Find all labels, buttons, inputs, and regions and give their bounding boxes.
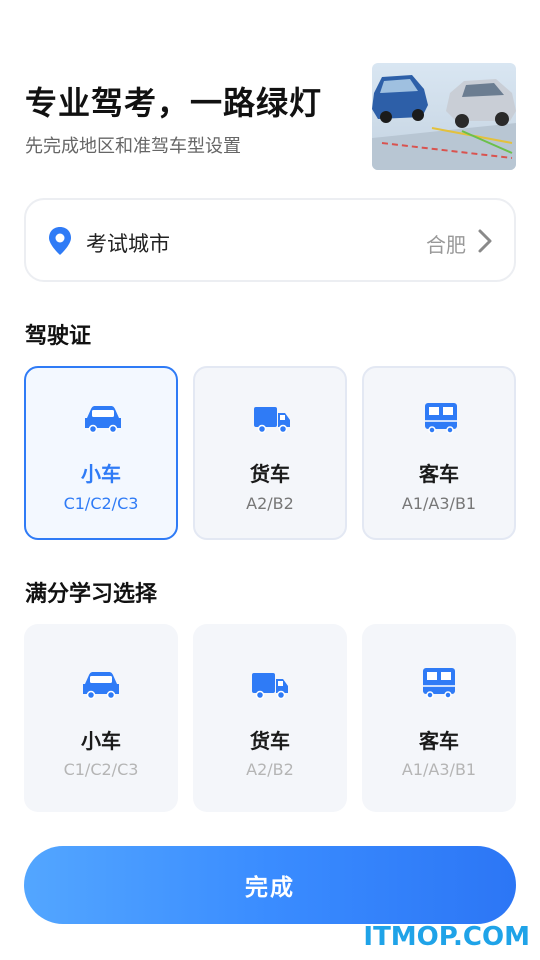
fullscore-card-truck-code: A2/B2 bbox=[246, 760, 294, 779]
fullscore-card-bus-code: A1/A3/B1 bbox=[401, 760, 477, 779]
exam-city-value: 合肥 bbox=[426, 233, 466, 257]
page-title: 专业驾考，一路绿灯 bbox=[25, 84, 323, 122]
watermark-text: ITMOP.COM bbox=[363, 922, 530, 952]
bus-icon bbox=[425, 403, 457, 434]
fullscore-card-car-code: C1/C2/C3 bbox=[63, 760, 139, 779]
exam-city-selector[interactable]: 考试城市 合肥 bbox=[24, 198, 516, 282]
car-icon bbox=[85, 406, 121, 434]
truck-icon bbox=[252, 673, 288, 700]
license-card-car-name: 小车 bbox=[81, 462, 121, 486]
fullscore-card-bus-name: 客车 bbox=[419, 729, 459, 753]
bus-icon bbox=[423, 668, 455, 699]
fullscore-card-bus[interactable]: 客车 A1/A3/B1 bbox=[362, 624, 516, 812]
location-pin-icon bbox=[49, 227, 71, 255]
page-subtitle: 先完成地区和准驾车型设置 bbox=[25, 136, 241, 157]
fullscore-card-truck-name: 货车 bbox=[250, 729, 290, 753]
license-card-truck-name: 货车 bbox=[250, 462, 290, 486]
license-card-bus-name: 客车 bbox=[419, 462, 459, 486]
license-card-car[interactable]: 小车 C1/C2/C3 bbox=[24, 366, 178, 540]
chevron-right-icon bbox=[478, 229, 492, 253]
license-card-car-code: C1/C2/C3 bbox=[63, 494, 139, 513]
license-card-bus[interactable]: 客车 A1/A3/B1 bbox=[362, 366, 516, 540]
hero-driving-test-image bbox=[372, 63, 516, 170]
exam-city-label: 考试城市 bbox=[86, 232, 170, 256]
truck-icon bbox=[254, 407, 290, 434]
fullscore-card-truck[interactable]: 货车 A2/B2 bbox=[193, 624, 347, 812]
license-card-truck-code: A2/B2 bbox=[246, 494, 294, 513]
fullscore-card-car-name: 小车 bbox=[81, 729, 121, 753]
fullscore-card-car[interactable]: 小车 C1/C2/C3 bbox=[24, 624, 178, 812]
license-card-truck[interactable]: 货车 A2/B2 bbox=[193, 366, 347, 540]
done-button[interactable]: 完成 bbox=[24, 846, 516, 924]
fullscore-section-title: 满分学习选择 bbox=[25, 582, 158, 607]
license-section-title: 驾驶证 bbox=[25, 324, 92, 349]
car-icon bbox=[83, 672, 119, 700]
license-card-bus-code: A1/A3/B1 bbox=[401, 494, 477, 513]
